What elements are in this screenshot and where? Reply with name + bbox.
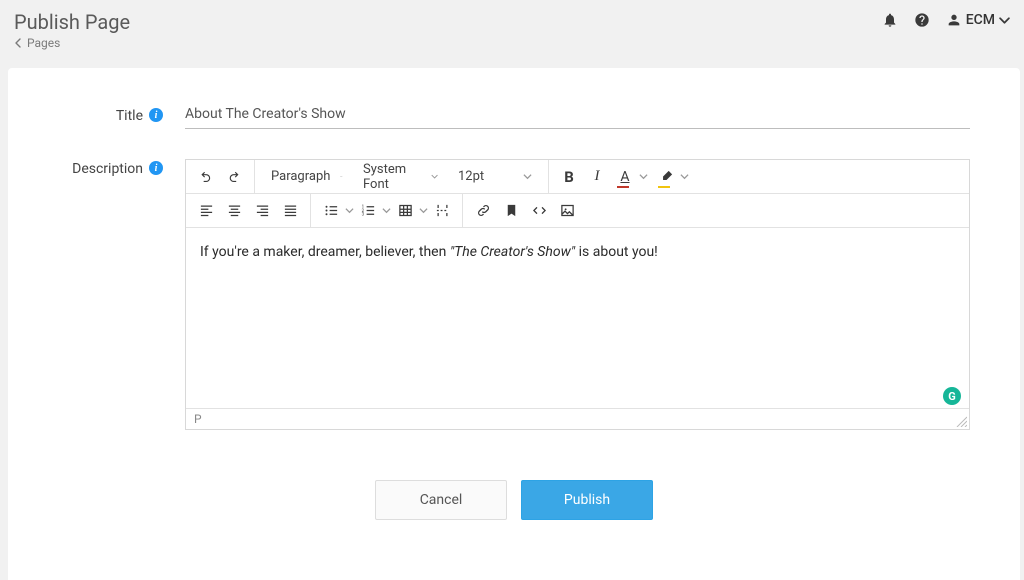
editor-element-path: P [186,408,969,429]
breadcrumb[interactable]: Pages [14,36,130,50]
description-row: Description i Paragraph [58,159,970,430]
undo-button[interactable] [192,163,220,191]
highlight-color-button[interactable] [652,163,689,191]
description-label: Description i [58,159,163,430]
align-left-button[interactable] [192,197,220,225]
chevron-down-icon [999,15,1010,26]
italic-button[interactable]: I [583,163,611,191]
highlight-icon [659,169,674,184]
info-icon[interactable]: i [149,108,163,122]
link-button[interactable] [469,197,497,225]
chevron-down-icon [382,206,391,215]
page-title: Publish Page [14,10,130,34]
image-button[interactable] [553,197,581,225]
resize-handle-icon[interactable] [955,415,967,427]
header-left: Publish Page Pages [14,10,130,50]
chevron-down-icon [639,172,648,181]
text-color-swatch [617,186,629,188]
header-right: ECM [882,10,1010,28]
code-button[interactable] [525,197,553,225]
info-icon[interactable]: i [149,161,163,175]
cancel-button[interactable]: Cancel [375,480,507,520]
form-card: Title i About The Creator's Show Descrip… [8,68,1020,580]
title-body: About The Creator's Show [163,106,970,129]
person-icon [946,12,962,28]
editor-content[interactable]: If you're a maker, dreamer, believer, th… [186,228,969,408]
align-center-button[interactable] [220,197,248,225]
redo-button[interactable] [220,163,248,191]
chevron-down-icon [523,172,532,181]
editor-toolbar-row-2: 123 [186,194,969,228]
action-bar: Cancel Publish [58,480,970,520]
highlight-color-swatch [658,186,670,188]
chevron-left-icon [14,38,24,48]
breadcrumb-label: Pages [27,36,60,50]
chevron-down-icon [431,172,438,181]
chevron-down-icon [340,172,343,181]
bell-icon[interactable] [882,12,898,28]
align-justify-button[interactable] [276,197,304,225]
table-button[interactable] [391,197,428,225]
svg-text:3: 3 [361,213,364,218]
user-menu[interactable]: ECM [946,12,1010,28]
rich-text-editor: Paragraph System Font 12pt B [185,159,970,430]
chevron-down-icon [419,206,428,215]
publish-button[interactable]: Publish [521,480,653,520]
bullet-list-button[interactable] [317,197,354,225]
block-format-select[interactable]: Paragraph [261,169,353,184]
chevron-down-icon [345,206,354,215]
text-color-button[interactable]: A [611,163,648,191]
grammarly-badge[interactable]: G [943,387,961,405]
chevron-down-icon [680,172,689,181]
page-break-button[interactable] [428,197,456,225]
user-label: ECM [966,12,995,28]
title-label: Title i [58,106,163,129]
description-body: Paragraph System Font 12pt B [163,159,970,430]
numbered-list-button[interactable]: 123 [354,197,391,225]
title-row: Title i About The Creator's Show [58,106,970,129]
help-icon[interactable] [914,12,930,28]
app-header: Publish Page Pages ECM [0,0,1024,58]
bold-button[interactable]: B [555,163,583,191]
title-input[interactable]: About The Creator's Show [185,106,970,129]
font-family-select[interactable]: System Font [353,162,448,192]
align-right-button[interactable] [248,197,276,225]
editor-toolbar-row-1: Paragraph System Font 12pt B [186,160,969,194]
bookmark-button[interactable] [497,197,525,225]
font-size-select[interactable]: 12pt [448,169,542,184]
